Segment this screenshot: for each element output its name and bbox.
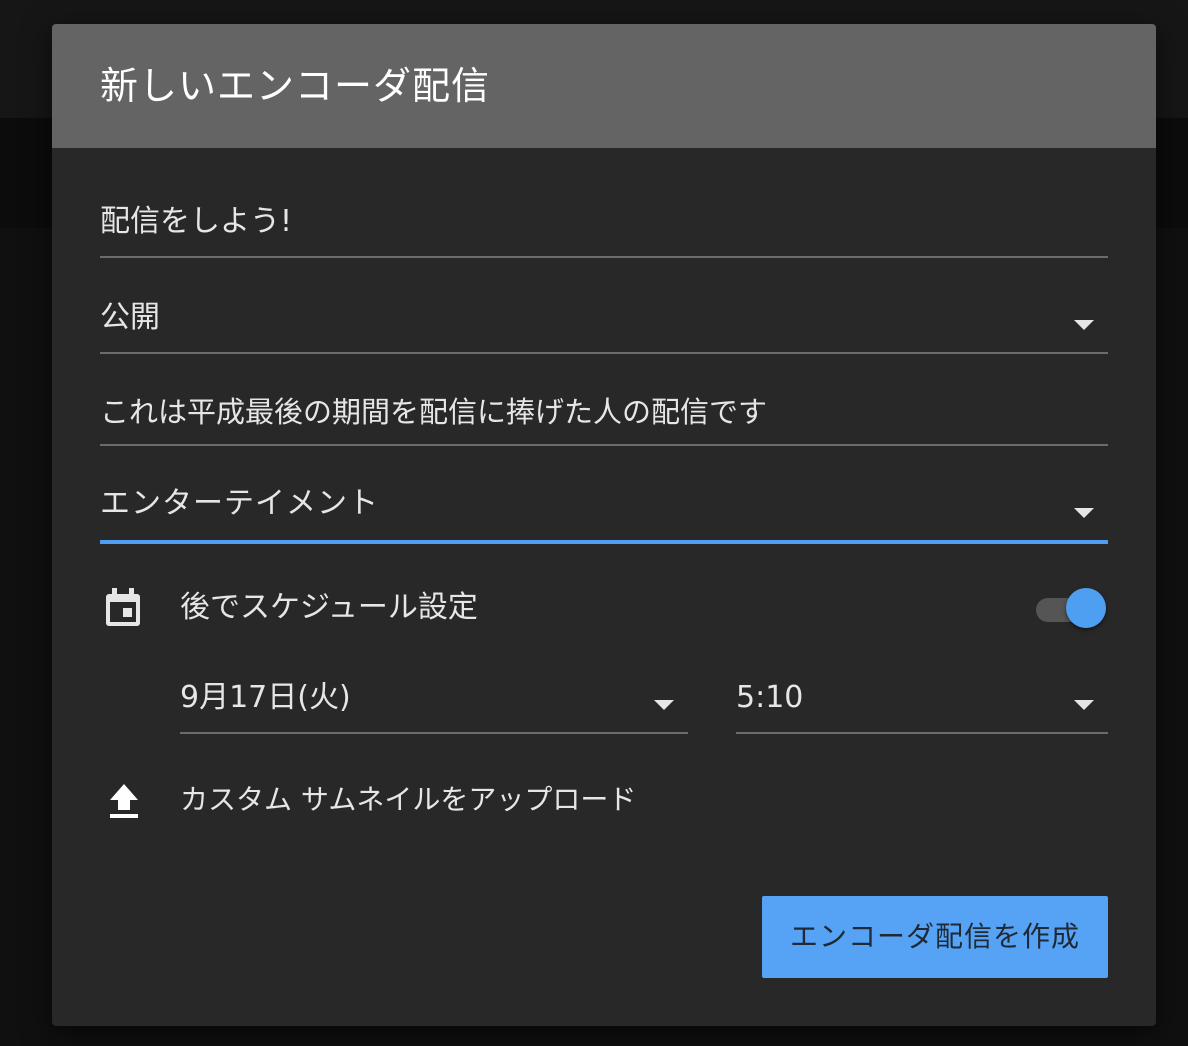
upload-thumbnail-label: カスタム サムネイルをアップロード xyxy=(180,783,637,816)
time-select[interactable]: 5:10 xyxy=(736,672,1108,734)
schedule-label: 後でスケジュール設定 xyxy=(180,590,478,625)
privacy-select-value: 公開 xyxy=(100,300,160,335)
title-input[interactable]: 配信をしよう! xyxy=(100,192,1108,258)
schedule-toggle[interactable] xyxy=(1034,588,1108,630)
upload-icon xyxy=(110,784,138,818)
upload-thumbnail-link[interactable]: カスタム サムネイルをアップロード xyxy=(100,776,800,828)
description-input[interactable]: これは平成最後の期間を配信に捧げた人の配信です xyxy=(100,384,1108,446)
chevron-down-icon xyxy=(654,700,674,710)
privacy-select[interactable]: 公開 xyxy=(100,288,1108,354)
schedule-row: 後でスケジュール設定 xyxy=(100,580,1108,636)
time-select-value: 5:10 xyxy=(736,680,804,715)
category-select-value: エンターテイメント xyxy=(100,486,379,521)
new-encoder-stream-dialog: 新しいエンコーダ配信 配信をしよう! 公開 これは平成最後の期間を配信に捧げた人… xyxy=(52,24,1156,1026)
chevron-down-icon xyxy=(1074,508,1094,518)
create-encoder-stream-button[interactable]: エンコーダ配信を作成 xyxy=(762,896,1108,978)
dialog-title: 新しいエンコーダ配信 xyxy=(100,64,491,108)
calendar-icon xyxy=(106,588,140,626)
dialog-header: 新しいエンコーダ配信 xyxy=(52,24,1156,148)
category-select[interactable]: エンターテイメント xyxy=(100,476,1108,544)
date-select[interactable]: 9月17日(火) xyxy=(180,672,688,734)
chevron-down-icon xyxy=(1074,700,1094,710)
toggle-thumb xyxy=(1066,588,1106,628)
chevron-down-icon xyxy=(1074,320,1094,330)
description-input-value: これは平成最後の期間を配信に捧げた人の配信です xyxy=(100,395,768,429)
title-input-value: 配信をしよう! xyxy=(100,204,293,239)
date-select-value: 9月17日(火) xyxy=(180,680,351,715)
